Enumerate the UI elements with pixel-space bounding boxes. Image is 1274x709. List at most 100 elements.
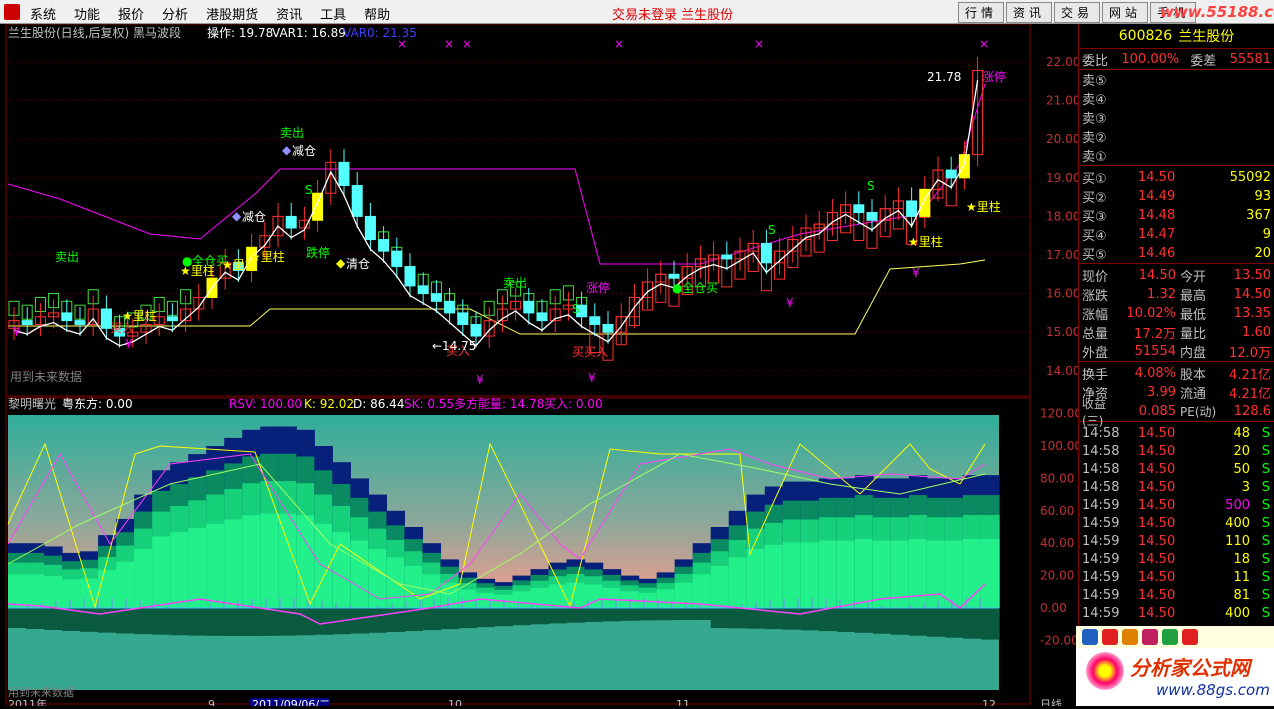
weibi-value: 100.00% xyxy=(1121,51,1180,67)
var1-label: VAR1: 16.89 xyxy=(272,26,346,40)
annotation-star: ★里柱 xyxy=(908,234,943,249)
annotation-sell: 卖出 xyxy=(503,276,527,290)
tick-price: 14.50 xyxy=(1138,515,1176,531)
indicator-band xyxy=(8,574,27,608)
tick-time: 14:59 xyxy=(1082,515,1120,531)
menu-item-news[interactable]: 资讯 xyxy=(276,4,302,23)
stat-label: 今开 xyxy=(1180,270,1207,285)
indicator-band xyxy=(962,538,982,608)
indicator-band xyxy=(188,527,207,608)
tick-volume: 500 xyxy=(1225,497,1250,513)
indicator-tick-label: 80.00 xyxy=(1040,471,1074,485)
website-button[interactable]: 网站 xyxy=(1102,2,1149,23)
yen-marker: ¥ xyxy=(912,266,920,280)
bid-price: 14.50 xyxy=(1138,170,1176,185)
ask-row: 卖② xyxy=(1079,127,1274,146)
weicha-value: 55581 xyxy=(1229,51,1272,67)
menu-item-tools[interactable]: 工具 xyxy=(320,4,346,23)
indicator-band xyxy=(170,532,189,608)
negative-bar xyxy=(962,608,982,639)
indicator-future-warning: 用到未来数据 xyxy=(8,685,74,699)
menu-item-quote[interactable]: 报价 xyxy=(118,4,144,23)
tick-price: 14.50 xyxy=(1138,443,1176,459)
tick-row: 14:59 14.50 400 S xyxy=(1079,604,1274,622)
tick-list[interactable]: 14:58 14.50 48 S 14:58 14.50 20 S 14:58 14.50 50 S 1… xyxy=(1079,421,1274,622)
news-button[interactable]: 资讯 xyxy=(1006,2,1053,23)
indicator-tick-label: 0.00 xyxy=(1040,601,1067,615)
negative-bar xyxy=(854,608,874,633)
indicator-tick-label: 100.00 xyxy=(1040,439,1078,453)
ask-row: 卖⑤ xyxy=(1079,70,1274,89)
indicator-band xyxy=(134,549,153,608)
bid-volume: 9 xyxy=(1262,227,1271,242)
bid-price: 14.47 xyxy=(1138,227,1176,242)
indicator-rsv: RSV: 100.00 xyxy=(229,397,302,411)
candle-body xyxy=(417,285,429,295)
negative-bar xyxy=(26,608,45,629)
stat-value: 13.35 xyxy=(1233,306,1271,321)
bid-list: 买① 14.50 55092 买② 14.49 93 买③ 14.48 367 买④ 14.4… xyxy=(1079,165,1274,263)
menu-item-function[interactable]: 功能 xyxy=(74,4,100,23)
bid-label: 买③ xyxy=(1082,210,1107,225)
menu-item-analysis[interactable]: 分析 xyxy=(162,4,188,23)
negative-bar xyxy=(512,608,532,626)
price-tick-label: 17.00 xyxy=(1046,248,1078,262)
indicator-band xyxy=(368,549,387,608)
ask-label: 卖④ xyxy=(1082,93,1107,108)
date-label: 10 xyxy=(448,698,462,706)
brand-banner: 分析家公式网 www.88gs.com xyxy=(1076,626,1274,706)
menu-item-hk-futures[interactable]: 港股期货 xyxy=(206,4,258,23)
menu-item-help[interactable]: 帮助 xyxy=(364,4,390,23)
tick-volume: 48 xyxy=(1233,425,1250,441)
stat-value: 4.21亿 xyxy=(1229,368,1271,383)
indicator-band xyxy=(836,540,856,608)
stat-value: 14.50 xyxy=(1233,287,1271,302)
indicator-band xyxy=(458,589,478,608)
annotation-limit-up: 涨停 xyxy=(982,69,1006,84)
menu-bar: 系统 功能 报价 分析 港股期货 资讯 工具 帮助 交易未登录 兰生股份 行情 … xyxy=(0,0,1274,24)
flower-logo-icon xyxy=(1086,652,1124,690)
price-tick-label: 21.00 xyxy=(1046,94,1078,108)
period-label[interactable]: 日线 xyxy=(1040,697,1062,709)
trade-button[interactable]: 交易 xyxy=(1054,2,1101,23)
candle-body xyxy=(21,320,33,325)
bid-price: 14.49 xyxy=(1138,189,1176,204)
tick-volume: 81 xyxy=(1233,587,1250,603)
menu-item-system[interactable]: 系统 xyxy=(30,4,56,23)
stat-value: 14.50 xyxy=(1138,268,1176,283)
tick-side: S xyxy=(1261,425,1270,441)
chart-area[interactable]: 22.00 21.00 20.00 19.00 18.00 17.00 16.00 15.00… xyxy=(0,23,1082,709)
stock-name: 兰生股份 xyxy=(1178,29,1235,45)
tick-price: 14.50 xyxy=(1138,533,1176,549)
tick-price: 14.50 xyxy=(1138,461,1176,477)
candle-body xyxy=(668,273,680,279)
stat-row: 收益(三) 0.085 PE(动) 128.6 xyxy=(1079,397,1274,428)
stat-value: 4.21亿 xyxy=(1229,387,1271,402)
price-pane-border xyxy=(5,23,1031,397)
x-marker: × xyxy=(397,37,407,51)
x-marker: × xyxy=(462,37,472,51)
op-label: 操作: 19.78 xyxy=(207,25,273,40)
candle-body xyxy=(457,312,469,325)
stat-row: 总量 17.2万 量比 1.60 xyxy=(1079,323,1274,342)
negative-bar xyxy=(728,608,748,629)
stat-value: 1.60 xyxy=(1242,325,1271,340)
market-button[interactable]: 行情 xyxy=(958,2,1005,23)
indicator-band xyxy=(800,542,820,608)
tick-row: 14:59 14.50 110 S xyxy=(1079,532,1274,550)
tick-side: S xyxy=(1261,569,1270,585)
indicator-band xyxy=(746,549,766,608)
negative-bar xyxy=(242,608,261,636)
negative-bar xyxy=(548,608,568,624)
bid-label: 买① xyxy=(1082,172,1107,187)
high-price-label: 21.78 xyxy=(927,70,961,84)
trade-status: 交易未登录 兰生股份 xyxy=(612,8,734,23)
bid-row: 买③ 14.48 367 xyxy=(1079,206,1274,225)
stat-value: 51554 xyxy=(1134,344,1176,359)
indicator-band xyxy=(728,557,748,608)
ask-row: 卖③ xyxy=(1079,108,1274,127)
bid-row: 买② 14.49 93 xyxy=(1079,187,1274,206)
indicator-tick-label: 20.00 xyxy=(1040,569,1074,583)
indicator-axis: 120.00 100.00 80.00 60.00 40.00 20.00 0.00 -20.… xyxy=(1040,407,1082,648)
stock-title: 600826 兰生股份 xyxy=(1079,24,1274,49)
